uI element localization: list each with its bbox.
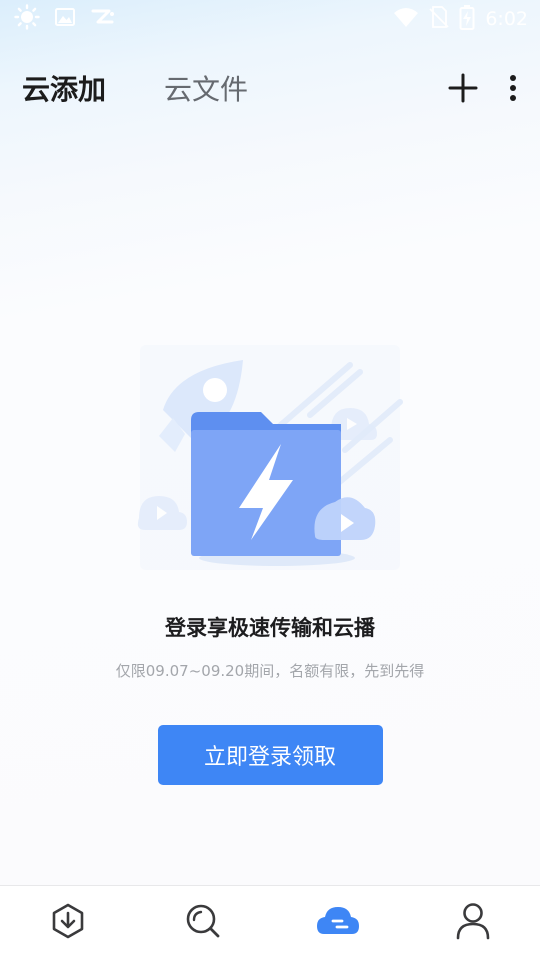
battery-charging-icon: [459, 4, 475, 34]
no-sim-icon: [429, 5, 449, 33]
status-left-icons: [14, 4, 116, 34]
nav-item-profile[interactable]: [405, 886, 540, 960]
download-icon: [50, 902, 86, 944]
tab-cloud-add[interactable]: 云添加: [22, 68, 106, 108]
header: 云添加 云文件: [0, 58, 540, 118]
more-icon[interactable]: [508, 73, 518, 103]
discover-icon: [184, 902, 222, 944]
empty-state-title: 登录享极速传输和云播: [165, 616, 375, 640]
status-bar: 6:02: [0, 0, 540, 38]
add-icon[interactable]: [448, 73, 478, 103]
header-actions: [448, 73, 518, 103]
nav-item-download[interactable]: [0, 886, 135, 960]
nav-item-cloud[interactable]: [270, 886, 405, 960]
wifi-icon: [393, 6, 419, 32]
brightness-icon: [14, 4, 40, 34]
cloud-icon: [316, 904, 360, 942]
empty-state: 登录享极速传输和云播 仅限09.07~09.20期间，名额有限，先到先得 立即登…: [0, 340, 540, 785]
status-right-icons: 6:02: [393, 4, 528, 34]
app-logo-icon: [90, 6, 116, 32]
login-claim-button[interactable]: 立即登录领取: [157, 725, 383, 785]
tab-cloud-files[interactable]: 云文件: [164, 68, 248, 108]
status-time: 6:02: [485, 8, 528, 30]
nav-item-discover[interactable]: [135, 886, 270, 960]
folder-lightning-illustration: [137, 345, 403, 570]
image-icon: [54, 6, 76, 32]
empty-state-subtitle: 仅限09.07~09.20期间，名额有限，先到先得: [115, 662, 425, 680]
profile-icon: [455, 902, 491, 944]
bottom-nav: [0, 885, 540, 960]
